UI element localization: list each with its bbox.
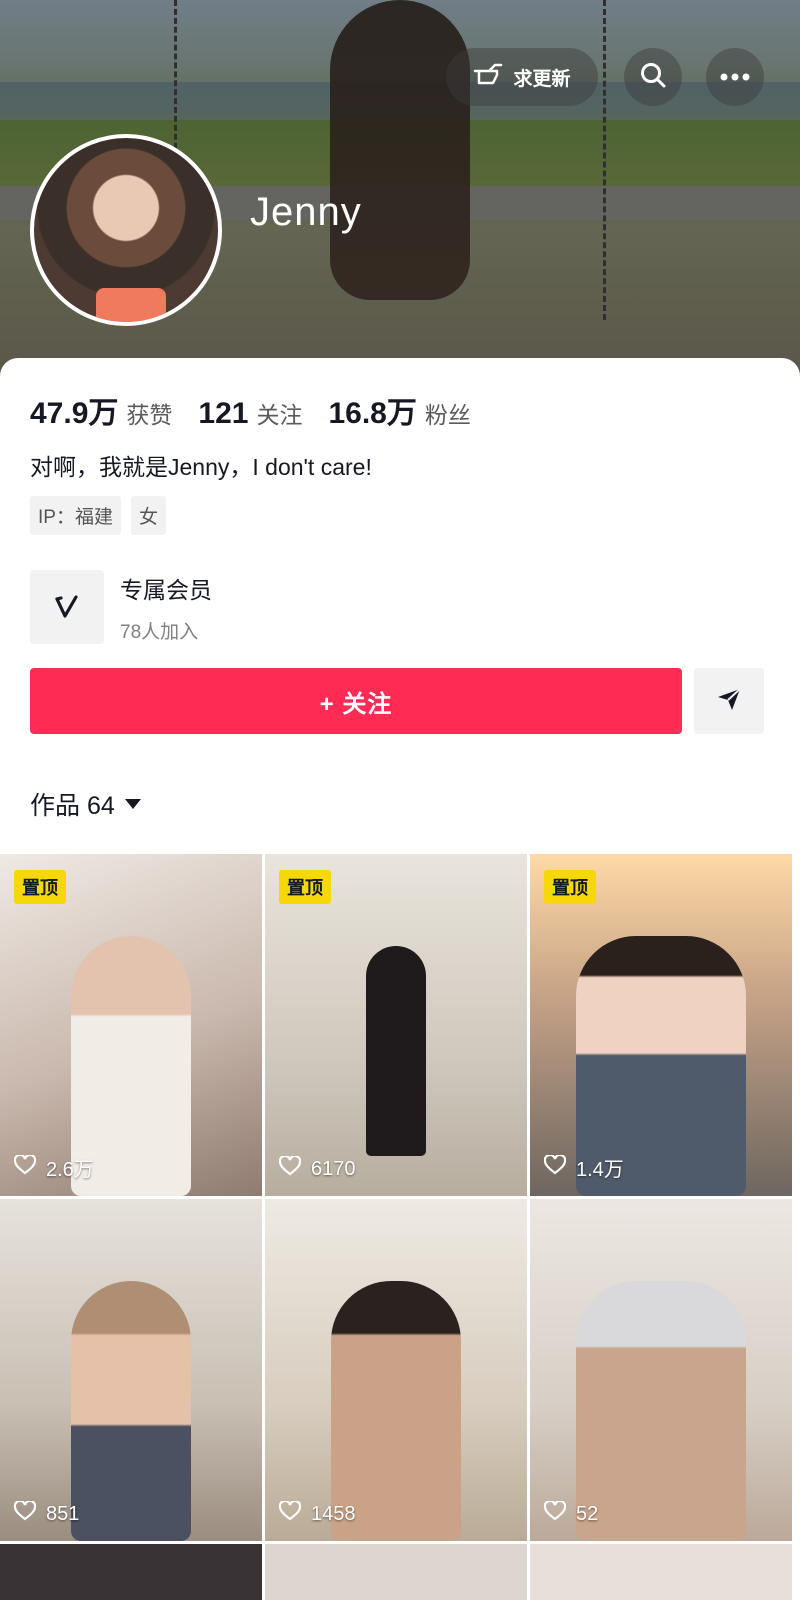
video-thumbnail[interactable]: 1458: [265, 1199, 527, 1541]
video-likes: 1.4万: [543, 1153, 624, 1182]
stat-following[interactable]: 121 关注: [198, 396, 302, 431]
membership-text: 专属会员 78人加入: [120, 571, 212, 644]
pointing-hand-icon: [473, 61, 503, 93]
heart-outline-icon: [13, 1153, 37, 1181]
stat-value: 16.8万: [328, 397, 417, 430]
video-subject: [576, 1281, 746, 1541]
v-badge-icon: [30, 570, 104, 644]
video-thumbnail[interactable]: 52: [530, 1199, 792, 1541]
caret-down-icon: [124, 799, 141, 809]
username: Jenny: [250, 190, 362, 234]
video-thumbnail[interactable]: [265, 1544, 527, 1600]
heart-outline-icon: [278, 1499, 302, 1527]
likes-count: 6170: [311, 1157, 356, 1180]
share-button[interactable]: [694, 668, 764, 734]
video-thumbnail[interactable]: 851: [0, 1199, 262, 1541]
stat-label: 粉丝: [424, 402, 471, 428]
heart-outline-icon: [278, 1154, 302, 1182]
more-dots-icon: [720, 68, 750, 86]
profile-bio: 对啊，我就是Jenny，I don't care!: [30, 454, 372, 480]
video-subject: [366, 946, 426, 1156]
video-likes: 6170: [278, 1154, 356, 1182]
ip-location-tag: IP：福建: [30, 496, 121, 535]
stat-label: 获赞: [126, 402, 173, 428]
video-grid: 置顶 2.6万 置顶 6170 置顶 1.4万 851 1458 52: [0, 854, 800, 1600]
likes-count: 1458: [311, 1502, 356, 1525]
video-thumbnail[interactable]: 置顶 1.4万: [530, 854, 792, 1196]
video-likes: 52: [543, 1499, 599, 1527]
video-thumbnail[interactable]: [530, 1544, 792, 1600]
likes-count: 52: [576, 1502, 599, 1525]
video-thumbnail[interactable]: 置顶 6170: [265, 854, 527, 1196]
stat-likes: 47.9万 获赞: [30, 388, 172, 432]
membership-title: 专属会员: [120, 576, 212, 603]
send-arrow-icon: [715, 685, 743, 718]
video-likes: 851: [13, 1499, 80, 1527]
works-tab[interactable]: 作品 64: [30, 786, 141, 822]
heart-outline-icon: [13, 1499, 37, 1527]
follow-button[interactable]: + 关注: [30, 668, 682, 734]
pinned-badge: 置顶: [544, 870, 596, 904]
gender-tag: 女: [130, 496, 166, 535]
stat-followers[interactable]: 16.8万 粉丝: [328, 388, 470, 432]
likes-count: 1.4万: [576, 1159, 624, 1181]
video-subject: [71, 1281, 191, 1541]
pinned-badge: 置顶: [279, 870, 331, 904]
search-button[interactable]: [624, 48, 682, 106]
stat-value: 121: [198, 397, 249, 430]
likes-count: 851: [46, 1502, 80, 1525]
profile-tags: IP：福建 女: [30, 496, 166, 535]
search-icon: [639, 61, 667, 94]
membership-entry[interactable]: 专属会员 78人加入: [30, 570, 212, 644]
works-label: 作品 64: [30, 792, 115, 820]
video-likes: 1458: [278, 1499, 356, 1527]
video-thumbnail[interactable]: [0, 1544, 262, 1600]
pinned-badge: 置顶: [14, 870, 66, 904]
more-updates-label: 求更新: [513, 68, 571, 90]
video-thumbnail[interactable]: 置顶 2.6万: [0, 854, 262, 1196]
avatar-clothing: [96, 288, 166, 322]
stat-value: 47.9万: [30, 397, 119, 430]
membership-subtitle: 78人加入: [120, 621, 199, 643]
stat-label: 关注: [256, 402, 303, 428]
likes-count: 2.6万: [46, 1159, 94, 1181]
more-menu-button[interactable]: [706, 48, 764, 106]
heart-outline-icon: [543, 1499, 567, 1527]
video-likes: 2.6万: [13, 1153, 94, 1182]
avatar[interactable]: [30, 134, 222, 326]
heart-outline-icon: [543, 1153, 567, 1181]
profile-stats: 47.9万 获赞 121 关注 16.8万 粉丝: [30, 388, 471, 432]
more-updates-button[interactable]: 求更新: [446, 48, 598, 106]
